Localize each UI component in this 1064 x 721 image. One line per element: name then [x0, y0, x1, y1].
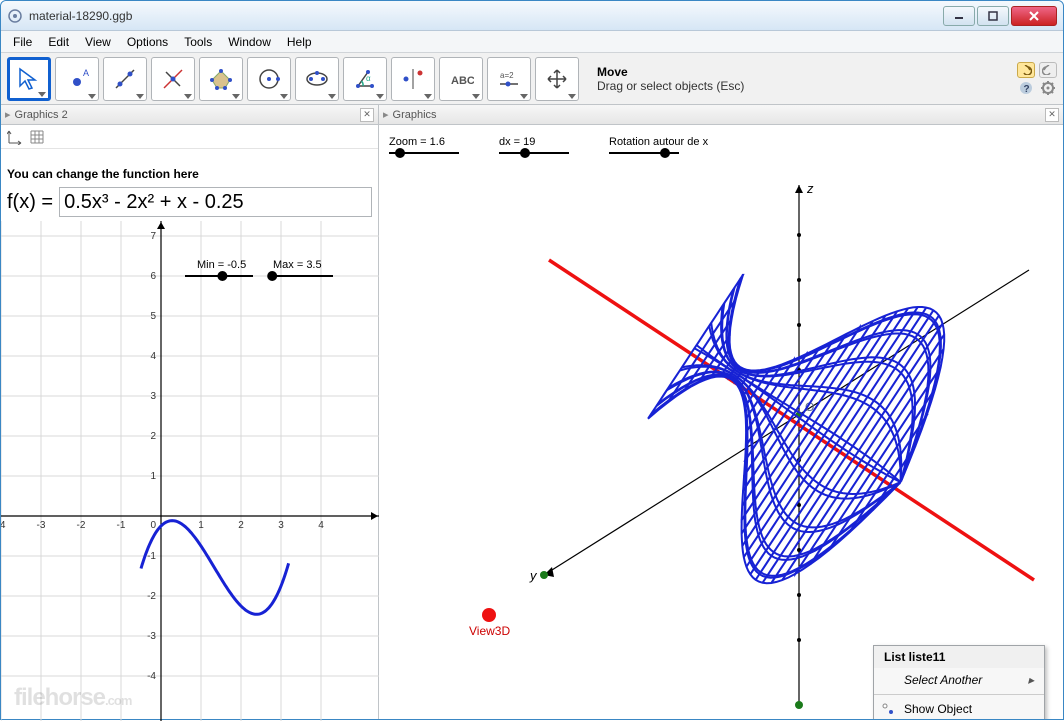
tool-move[interactable] — [7, 57, 51, 101]
toolbar: A α ABC a=2 Move Drag or select objects … — [1, 53, 1063, 105]
tool-line[interactable] — [103, 57, 147, 101]
dx-slider[interactable]: dx = 19 — [499, 136, 569, 154]
axes-icon[interactable] — [7, 129, 23, 145]
tool-polygon[interactable] — [199, 57, 243, 101]
svg-text:-2: -2 — [147, 591, 156, 602]
tool-angle[interactable]: α — [343, 57, 387, 101]
svg-text:Min = -0.5: Min = -0.5 — [197, 259, 246, 271]
svg-text:Max = 3.5: Max = 3.5 — [273, 259, 322, 271]
svg-text:-2: -2 — [77, 520, 86, 531]
svg-text:View3D: View3D — [469, 624, 510, 638]
menu-options[interactable]: Options — [119, 33, 176, 51]
svg-text:-1: -1 — [147, 551, 156, 562]
redo-icon[interactable] — [1039, 62, 1057, 78]
context-title: List liste11 — [874, 646, 1044, 668]
svg-text:4: 4 — [150, 351, 156, 362]
menu-file[interactable]: File — [5, 33, 40, 51]
svg-text:-3: -3 — [37, 520, 46, 531]
tool-point[interactable]: A — [55, 57, 99, 101]
menu-help[interactable]: Help — [279, 33, 320, 51]
canvas-3d[interactable]: zyOView3D List liste11 Select Another Sh… — [379, 165, 1063, 719]
svg-text:1: 1 — [150, 471, 156, 482]
tool-text[interactable]: ABC — [439, 57, 483, 101]
context-menu: List liste11 Select Another Show Object … — [873, 645, 1045, 719]
svg-text:A: A — [83, 68, 89, 78]
graphics-panel: ▸ Graphics ✕ Zoom = 1.6 dx = 19 Rotation… — [379, 105, 1063, 719]
zoom-slider[interactable]: Zoom = 1.6 — [389, 136, 459, 154]
svg-text:a=2: a=2 — [500, 71, 514, 80]
tool-hint-title: Move — [597, 65, 1013, 79]
tool-perpendicular[interactable] — [151, 57, 195, 101]
svg-text:-4: -4 — [147, 671, 156, 682]
context-show-object[interactable]: Show Object — [874, 697, 1044, 719]
menubar: File Edit View Options Tools Window Help — [1, 31, 1063, 53]
svg-text:0: 0 — [150, 520, 156, 531]
svg-text:y: y — [529, 568, 538, 583]
graphics-title[interactable]: ▸ Graphics ✕ — [379, 105, 1063, 125]
svg-text:4: 4 — [318, 520, 324, 531]
svg-text:1: 1 — [198, 520, 204, 531]
tool-reflect[interactable] — [391, 57, 435, 101]
menu-view[interactable]: View — [77, 33, 119, 51]
function-heading: You can change the function here — [7, 167, 372, 181]
graphics2-title[interactable]: ▸ Graphics 2 ✕ — [1, 105, 378, 125]
help-icon[interactable]: ? — [1017, 80, 1035, 96]
svg-text:2: 2 — [150, 431, 156, 442]
svg-text:α: α — [366, 74, 371, 83]
menu-edit[interactable]: Edit — [40, 33, 77, 51]
graphics2-panel: ▸ Graphics 2 ✕ You can change the functi… — [1, 105, 379, 719]
svg-text:?: ? — [1024, 84, 1030, 95]
plot-2d[interactable]: -4 -3 -2 -1 1 2 3 4 -4 -3 -2 -1 1 2 3 4 5 6 7 0 Min = -0.5 Ma… — [1, 221, 378, 719]
tool-hint: Move Drag or select objects (Esc) — [597, 65, 1013, 93]
grid-icon[interactable] — [29, 129, 45, 145]
svg-text:-4: -4 — [1, 520, 6, 531]
app-window: material-18290.ggb File Edit View Option… — [0, 0, 1064, 720]
svg-text:3: 3 — [278, 520, 284, 531]
svg-text:2: 2 — [238, 520, 244, 531]
svg-text:7: 7 — [150, 231, 156, 242]
app-icon — [7, 8, 23, 24]
minimize-button[interactable] — [943, 6, 975, 26]
tool-slider[interactable]: a=2 — [487, 57, 531, 101]
svg-text:-1: -1 — [117, 520, 126, 531]
svg-text:5: 5 — [150, 311, 156, 322]
tool-circle[interactable] — [247, 57, 291, 101]
settings-icon[interactable] — [1039, 80, 1057, 96]
menu-tools[interactable]: Tools — [176, 33, 220, 51]
svg-text:z: z — [806, 181, 814, 196]
titlebar: material-18290.ggb — [1, 1, 1063, 31]
undo-icon[interactable] — [1017, 62, 1035, 78]
rotation-slider[interactable]: Rotation autour de x — [609, 136, 708, 154]
close-button[interactable] — [1011, 6, 1057, 26]
svg-text:3: 3 — [150, 391, 156, 402]
maximize-button[interactable] — [977, 6, 1009, 26]
tool-translate-view[interactable] — [535, 57, 579, 101]
menu-window[interactable]: Window — [220, 33, 279, 51]
svg-text:ABC: ABC — [451, 75, 474, 87]
context-select-another[interactable]: Select Another — [874, 668, 1044, 692]
toolbar-right: ? — [1017, 62, 1057, 96]
svg-text:-3: -3 — [147, 631, 156, 642]
collapse-icon[interactable]: ▸ — [5, 108, 11, 121]
panel-close-icon[interactable]: ✕ — [1045, 108, 1059, 122]
function-prefix: f(x) = — [7, 191, 53, 214]
collapse-icon[interactable]: ▸ — [383, 108, 389, 121]
svg-text:6: 6 — [150, 271, 156, 282]
tool-hint-sub: Drag or select objects (Esc) — [597, 79, 1013, 93]
panel-close-icon[interactable]: ✕ — [360, 108, 374, 122]
tool-conic[interactable] — [295, 57, 339, 101]
show-object-icon — [880, 701, 896, 717]
window-title: material-18290.ggb — [29, 9, 941, 23]
function-input[interactable] — [59, 187, 372, 217]
